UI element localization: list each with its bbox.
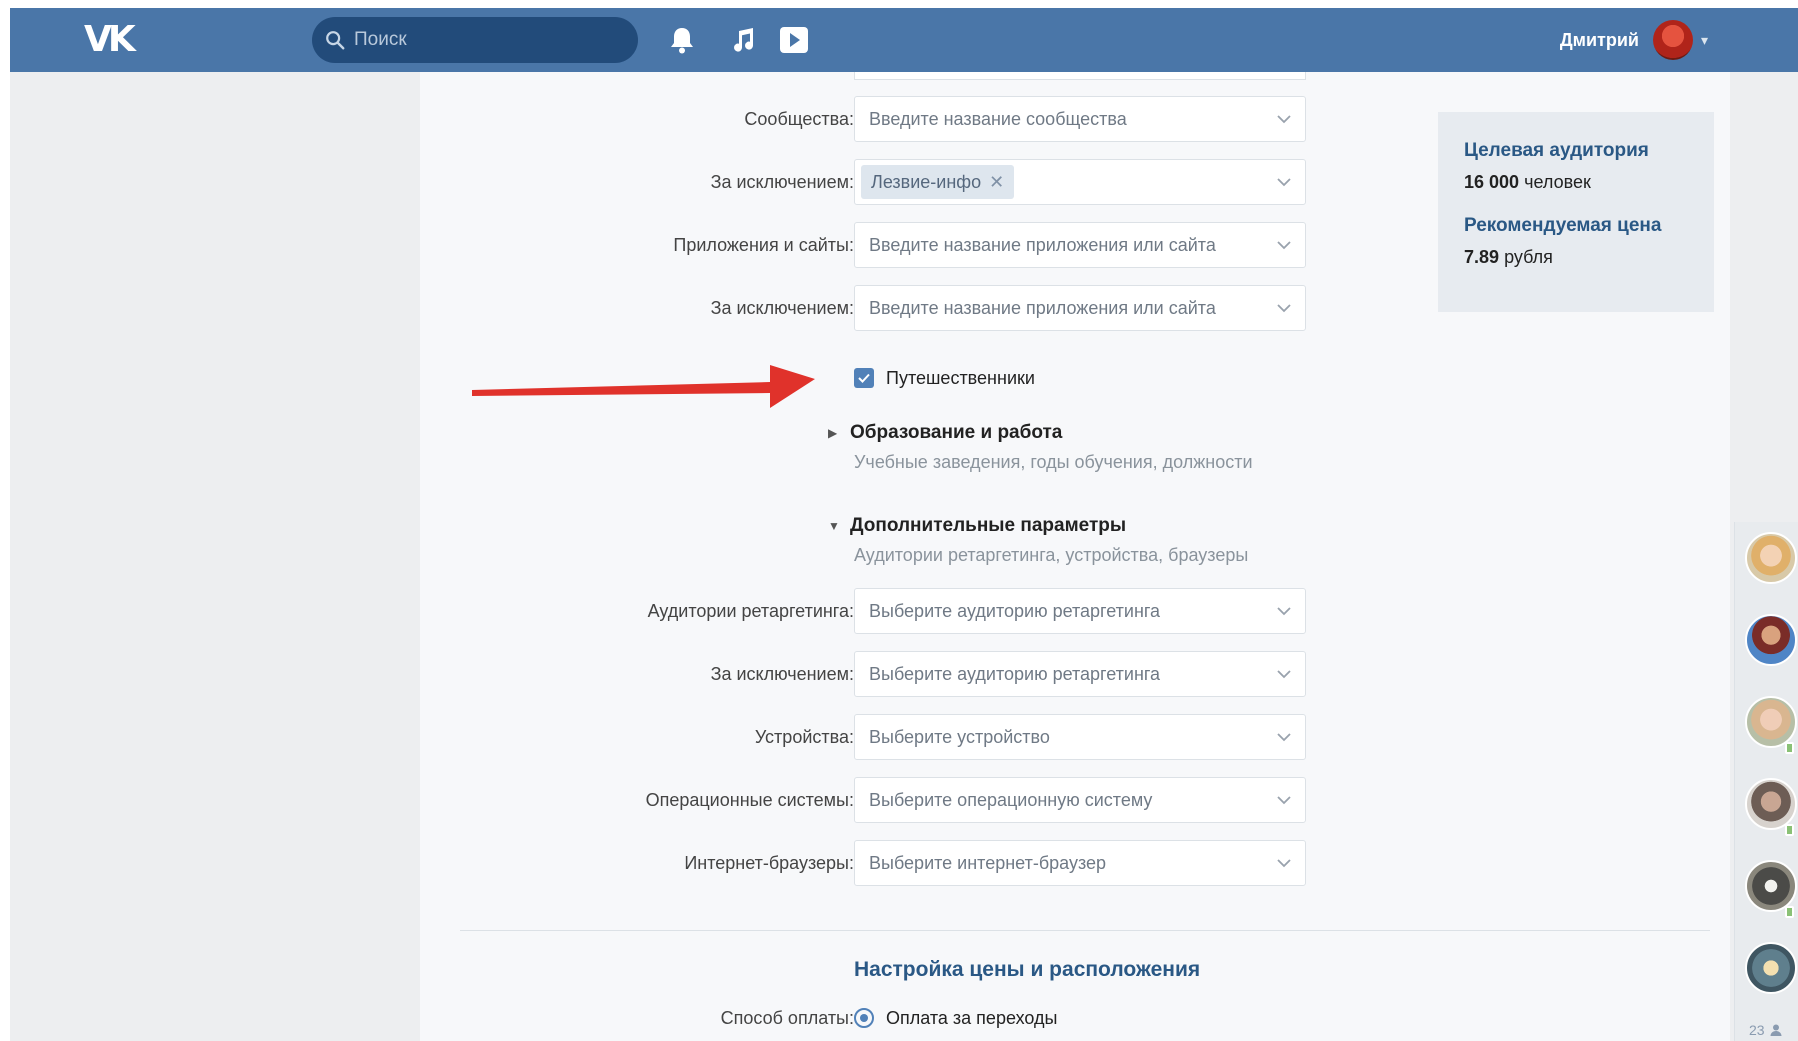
browsers-row: Интернет-браузеры: Выберите интернет-бра… <box>420 840 1730 886</box>
retargeting-row: Аудитории ретаргетинга: Выберите аудитор… <box>420 588 1730 634</box>
vk-logo[interactable]: VK <box>84 22 136 58</box>
red-arrow-annotation <box>472 365 815 408</box>
friend-avatar[interactable] <box>1745 942 1797 994</box>
travelers-checkbox-row[interactable]: Путешественники <box>854 363 1035 393</box>
chevron-down-icon <box>1277 304 1291 313</box>
additional-section[interactable]: ▼ Дополнительные параметры Аудитории рет… <box>828 512 1249 570</box>
field-label: Сообщества: <box>744 109 854 129</box>
field-placeholder: Выберите аудиторию ретаргетинга <box>869 663 1161 684</box>
field-label: Операционные системы: <box>645 790 854 810</box>
target-audience-title: Целевая аудитория <box>1464 140 1649 161</box>
chevron-down-icon <box>1277 241 1291 250</box>
chevron-down-icon: ▾ <box>1700 31 1708 48</box>
field-placeholder: Введите название приложения или сайта <box>869 234 1216 255</box>
video-icon[interactable] <box>778 24 810 56</box>
section-title[interactable]: ▶ Образование и работа <box>828 419 1253 447</box>
chevron-down-icon <box>1277 733 1291 742</box>
communities-select[interactable]: Введите название сообщества <box>854 96 1306 142</box>
education-subtitle: Учебные заведения, годы обучения, должно… <box>854 452 1253 472</box>
field-label: Интернет-браузеры: <box>684 853 854 873</box>
user-name: Дмитрий <box>1559 29 1639 50</box>
field-label: Приложения и сайты: <box>673 235 854 255</box>
education-section[interactable]: ▶ Образование и работа Учебные заведения… <box>828 419 1253 477</box>
section-divider <box>460 930 1710 931</box>
field-placeholder: Выберите устройство <box>869 726 1050 747</box>
field-label: Устройства: <box>754 727 854 747</box>
friends-count-value: 23 <box>1749 1022 1765 1038</box>
field-label: За исключением: <box>710 664 854 684</box>
friend-avatar[interactable] <box>1745 778 1797 830</box>
field-placeholder: Выберите аудиторию ретаргетинга <box>869 600 1161 621</box>
search-input[interactable] <box>354 29 614 51</box>
online-mobile-icon <box>1785 824 1794 836</box>
retargeting-exclude-select[interactable]: Выберите аудиторию ретаргетинга <box>854 651 1306 697</box>
chevron-down-icon <box>1277 178 1291 187</box>
search-box[interactable] <box>312 17 638 63</box>
chevron-down-icon <box>1277 115 1291 124</box>
user-avatar <box>1652 20 1693 60</box>
radio-dot <box>860 1014 868 1022</box>
chevron-down-icon <box>1277 670 1291 679</box>
triangle-down-icon: ▼ <box>828 519 840 533</box>
app-window: VK Дмитрий ▾ Сообщества: <box>10 8 1798 1041</box>
user-menu[interactable]: Дмитрий ▾ <box>1560 16 1708 64</box>
friend-avatar[interactable] <box>1745 696 1797 748</box>
friend-avatar[interactable] <box>1745 860 1797 912</box>
additional-subtitle: Аудитории ретаргетинга, устройства, брау… <box>854 545 1249 565</box>
field-placeholder: Введите название приложения или сайта <box>869 297 1216 318</box>
price-section-title: Настройка цены и расположения <box>854 958 1201 981</box>
field-label: Аудитории ретаргетинга: <box>647 601 854 621</box>
bell-icon[interactable] <box>666 24 698 56</box>
devices-select[interactable]: Выберите устройство <box>854 714 1306 760</box>
price-value: 7.89 <box>1464 247 1500 267</box>
online-mobile-icon <box>1785 742 1794 754</box>
top-header: VK Дмитрий ▾ <box>10 8 1798 72</box>
field-label: За исключением: <box>710 172 854 192</box>
os-row: Операционные системы: Выберите операцион… <box>420 777 1730 823</box>
friend-avatar[interactable] <box>1745 614 1797 666</box>
audience-summary: Целевая аудитория 16 000 человек Рекомен… <box>1438 112 1714 312</box>
recommended-price-title: Рекомендуемая цена <box>1464 215 1662 236</box>
price-unit: рубля <box>1504 247 1553 267</box>
field-placeholder: Выберите интернет-браузер <box>869 852 1107 873</box>
recommended-price-value: 7.89 рубля <box>1464 247 1688 268</box>
field-label: За исключением: <box>710 298 854 318</box>
education-title: Образование и работа <box>850 422 1063 443</box>
friend-avatar[interactable] <box>1745 532 1797 584</box>
triangle-right-icon: ▶ <box>828 426 838 440</box>
selected-tag: Лезвие-инфо ✕ <box>861 165 1015 199</box>
music-icon[interactable] <box>728 24 760 56</box>
target-count: 16 000 <box>1464 172 1520 192</box>
previous-field-edge <box>854 72 1306 80</box>
person-icon <box>1770 1024 1782 1036</box>
chevron-down-icon <box>1277 607 1291 616</box>
browsers-select[interactable]: Выберите интернет-браузер <box>854 840 1306 886</box>
travelers-label: Путешественники <box>886 367 1035 388</box>
payment-value[interactable]: Оплата за переходы <box>886 998 1057 1038</box>
retargeting-select[interactable]: Выберите аудиторию ретаргетинга <box>854 588 1306 634</box>
online-mobile-icon <box>1785 906 1794 918</box>
chevron-down-icon <box>1277 796 1291 805</box>
payment-radio[interactable] <box>854 1008 874 1028</box>
payment-label: Способ оплаты: <box>720 1008 854 1028</box>
target-unit: человек <box>1524 172 1591 192</box>
target-audience-value: 16 000 человек <box>1464 172 1688 193</box>
field-placeholder: Введите название сообщества <box>869 108 1127 129</box>
os-select[interactable]: Выберите операционную систему <box>854 777 1306 823</box>
apps-select[interactable]: Введите название приложения или сайта <box>854 222 1306 268</box>
communities-exclude-select[interactable]: Лезвие-инфо ✕ <box>854 159 1306 205</box>
retargeting-exclude-row: За исключением: Выберите аудиторию ретар… <box>420 651 1730 697</box>
close-icon[interactable]: ✕ <box>989 172 1004 193</box>
payment-row: Способ оплаты: Оплата за переходы <box>420 998 1730 1038</box>
search-icon <box>326 31 345 50</box>
friends-count[interactable]: 23 <box>1749 1022 1783 1038</box>
friends-strip: 23 <box>1734 522 1798 1041</box>
apps-exclude-select[interactable]: Введите название приложения или сайта <box>854 285 1306 331</box>
devices-row: Устройства: Выберите устройство <box>420 714 1730 760</box>
additional-title: Дополнительные параметры <box>850 515 1127 536</box>
section-title[interactable]: ▼ Дополнительные параметры <box>828 512 1248 540</box>
field-placeholder: Выберите операционную систему <box>869 789 1153 810</box>
chevron-down-icon <box>1277 859 1291 868</box>
tag-label: Лезвие-инфо <box>871 171 982 192</box>
